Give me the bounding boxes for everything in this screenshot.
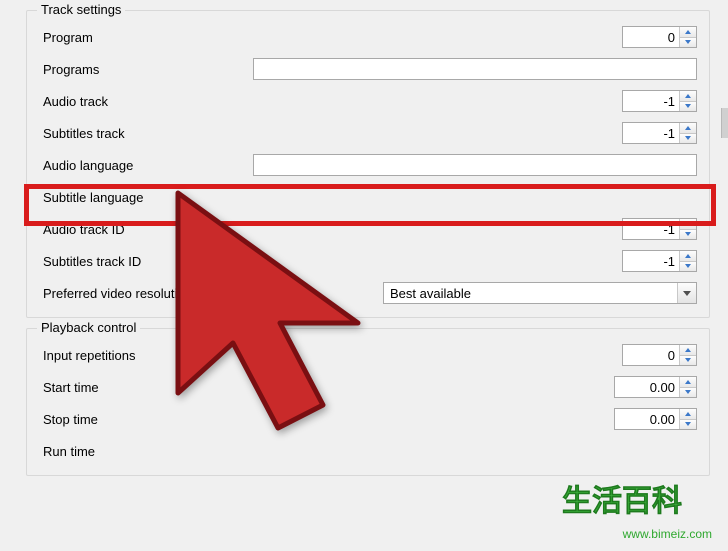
row-audio-track: Audio track <box>35 85 701 117</box>
row-audio-track-id: Audio track ID <box>35 213 701 245</box>
stop-time-spinner[interactable] <box>614 408 697 430</box>
program-input[interactable] <box>623 27 679 47</box>
subtitles-track-id-spin-up[interactable] <box>680 251 696 261</box>
label-program: Program <box>43 30 243 45</box>
label-subtitles-track-id: Subtitles track ID <box>43 254 243 269</box>
chevron-down-icon <box>685 422 691 426</box>
row-program: Program <box>35 21 701 53</box>
start-time-spinner[interactable] <box>614 376 697 398</box>
settings-panel: Track settings Program Programs Audio tr <box>18 0 718 551</box>
audio-track-spin-down[interactable] <box>680 101 696 112</box>
audio-track-id-spinner[interactable] <box>622 218 697 240</box>
chevron-down-icon <box>685 390 691 394</box>
subtitles-track-spin-up[interactable] <box>680 123 696 133</box>
audio-track-input[interactable] <box>623 91 679 111</box>
program-spinner[interactable] <box>622 26 697 48</box>
label-run-time: Run time <box>43 444 243 459</box>
audio-language-input[interactable] <box>253 154 697 176</box>
input-repetitions-spinner[interactable] <box>622 344 697 366</box>
label-audio-track-id: Audio track ID <box>43 222 243 237</box>
label-preferred-video-res: Preferred video resolution <box>43 286 192 301</box>
label-programs: Programs <box>43 62 243 77</box>
start-time-spin-up[interactable] <box>680 377 696 387</box>
chevron-down-icon <box>685 40 691 44</box>
program-spin-up[interactable] <box>680 27 696 37</box>
chevron-down-icon <box>685 264 691 268</box>
stop-time-spin-down[interactable] <box>680 419 696 430</box>
subtitles-track-id-input[interactable] <box>623 251 679 271</box>
row-subtitles-track-id: Subtitles track ID <box>35 245 701 277</box>
scrollbar-fragment[interactable] <box>721 108 728 138</box>
playback-control-group: Playback control Input repetitions Start… <box>26 328 710 476</box>
chevron-up-icon <box>685 348 691 352</box>
label-subtitle-language: Subtitle language <box>43 190 243 205</box>
label-input-repetitions: Input repetitions <box>43 348 243 363</box>
chevron-up-icon <box>685 380 691 384</box>
playback-control-title: Playback control <box>37 320 140 335</box>
subtitles-track-id-spin-down[interactable] <box>680 261 696 272</box>
row-run-time: Run time <box>35 435 701 467</box>
row-subtitle-language: Subtitle language <box>35 181 701 213</box>
subtitles-track-id-spinner[interactable] <box>622 250 697 272</box>
audio-track-id-spin-up[interactable] <box>680 219 696 229</box>
chevron-up-icon <box>685 94 691 98</box>
preferred-video-res-value: Best available <box>390 286 677 301</box>
label-subtitles-track: Subtitles track <box>43 126 243 141</box>
subtitles-track-spin-down[interactable] <box>680 133 696 144</box>
audio-track-spin-up[interactable] <box>680 91 696 101</box>
label-start-time: Start time <box>43 380 243 395</box>
chevron-up-icon <box>685 412 691 416</box>
input-repetitions-spin-up[interactable] <box>680 345 696 355</box>
start-time-spin-down[interactable] <box>680 387 696 398</box>
chevron-up-icon <box>685 254 691 258</box>
chevron-down-icon <box>685 358 691 362</box>
start-time-input[interactable] <box>615 377 679 397</box>
stop-time-spin-up[interactable] <box>680 409 696 419</box>
chevron-up-icon <box>685 222 691 226</box>
audio-track-id-input[interactable] <box>623 219 679 239</box>
chevron-down-icon <box>685 136 691 140</box>
audio-track-id-spin-down[interactable] <box>680 229 696 240</box>
chevron-down-icon <box>685 104 691 108</box>
track-settings-title: Track settings <box>37 2 125 17</box>
chevron-down-icon <box>683 291 691 296</box>
row-input-repetitions: Input repetitions <box>35 339 701 371</box>
programs-input[interactable] <box>253 58 697 80</box>
row-programs: Programs <box>35 53 701 85</box>
row-audio-language: Audio language <box>35 149 701 181</box>
chevron-down-icon <box>685 232 691 236</box>
subtitles-track-input[interactable] <box>623 123 679 143</box>
program-spin-down[interactable] <box>680 37 696 48</box>
track-settings-group: Track settings Program Programs Audio tr <box>26 10 710 318</box>
label-audio-language: Audio language <box>43 158 243 173</box>
chevron-up-icon <box>685 126 691 130</box>
stop-time-input[interactable] <box>615 409 679 429</box>
row-start-time: Start time <box>35 371 701 403</box>
preferred-video-res-dropdown-button[interactable] <box>677 283 696 303</box>
row-preferred-video-res: Preferred video resolution Best availabl… <box>35 277 701 309</box>
chevron-up-icon <box>685 30 691 34</box>
row-subtitles-track: Subtitles track <box>35 117 701 149</box>
label-audio-track: Audio track <box>43 94 243 109</box>
preferred-video-res-combo[interactable]: Best available <box>383 282 697 304</box>
input-repetitions-input[interactable] <box>623 345 679 365</box>
input-repetitions-spin-down[interactable] <box>680 355 696 366</box>
label-stop-time: Stop time <box>43 412 243 427</box>
row-stop-time: Stop time <box>35 403 701 435</box>
audio-track-spinner[interactable] <box>622 90 697 112</box>
subtitles-track-spinner[interactable] <box>622 122 697 144</box>
